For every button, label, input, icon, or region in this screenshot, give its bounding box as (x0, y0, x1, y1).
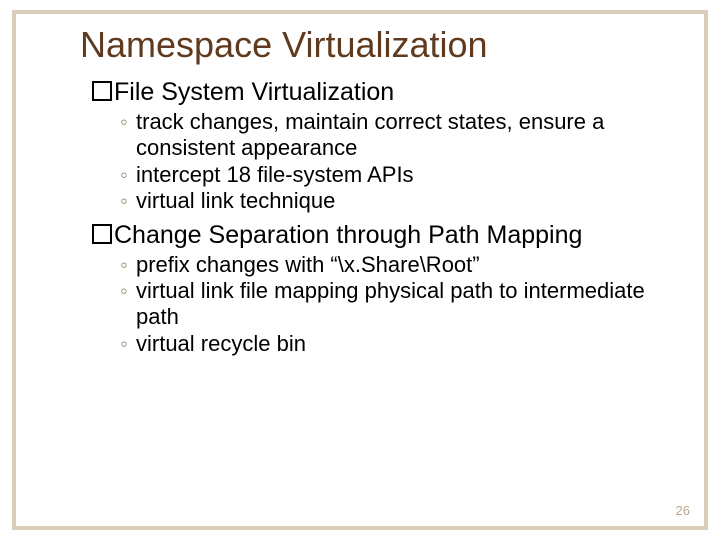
section-heading-2-text: Change Separation through Path Mapping (114, 221, 582, 249)
border-right (704, 10, 708, 530)
list-item: virtual recycle bin (120, 331, 680, 357)
list-item: virtual link technique (120, 188, 680, 214)
slide-title: Namespace Virtualization (80, 24, 680, 66)
border-bottom (12, 526, 708, 530)
section-heading-1-text: File System Virtualization (114, 78, 394, 106)
slide-content: Namespace Virtualization File System Vir… (80, 24, 680, 363)
section-heading-1: File System Virtualization (92, 78, 680, 107)
list-item: prefix changes with “\x.Share\Root” (120, 252, 680, 278)
page-number: 26 (676, 503, 690, 518)
checkbox-icon (92, 224, 112, 244)
list-item: virtual link file mapping physical path … (120, 278, 680, 331)
section-heading-2: Change Separation through Path Mapping (92, 221, 680, 250)
checkbox-icon (92, 81, 112, 101)
list-item: track changes, maintain correct states, … (120, 109, 680, 162)
bullet-list-1: track changes, maintain correct states, … (120, 109, 680, 215)
list-item: intercept 18 file-system APIs (120, 162, 680, 188)
bullet-list-2: prefix changes with “\x.Share\Root” virt… (120, 252, 680, 358)
border-left (12, 10, 16, 530)
border-top (12, 10, 708, 14)
